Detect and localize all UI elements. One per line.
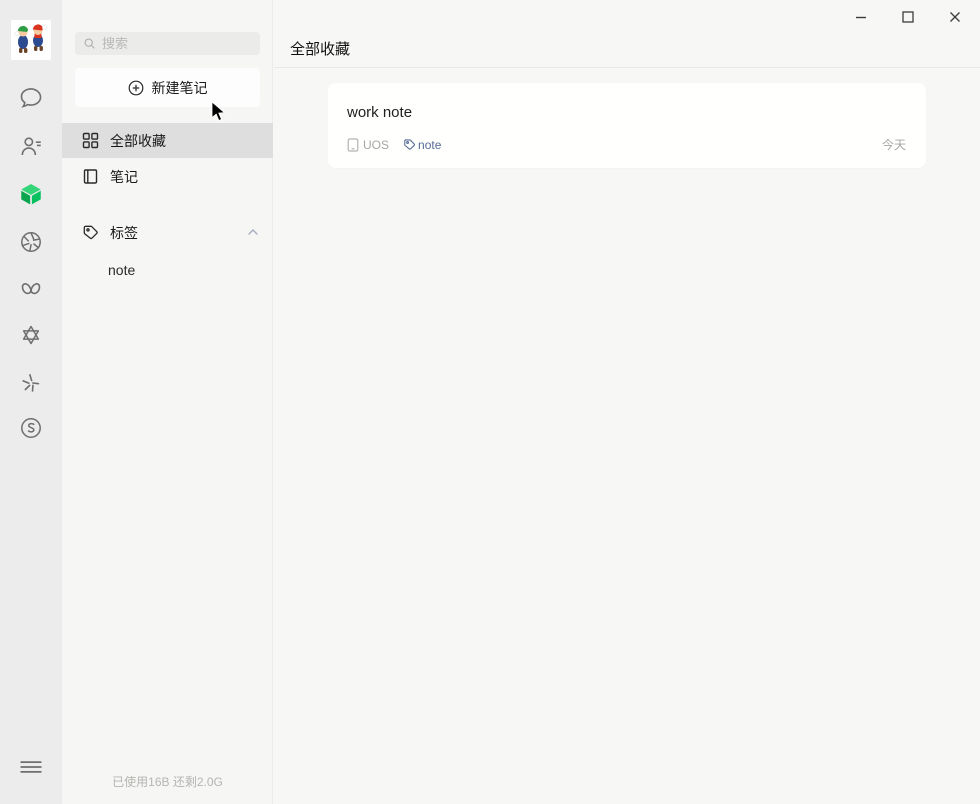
flower-icon[interactable] — [0, 322, 62, 348]
sidebar-item-all-favorites[interactable]: 全部收藏 — [62, 123, 273, 158]
channels-butterfly-icon[interactable] — [0, 276, 62, 302]
search-input[interactable] — [102, 36, 252, 51]
tags-section-label: 标签 — [110, 223, 138, 243]
grid-icon — [82, 132, 99, 149]
tag-label: note — [108, 262, 135, 278]
tag-icon — [403, 138, 416, 151]
main-header: 全部收藏 — [274, 0, 980, 68]
sidebar-section-tags[interactable]: 标签 — [62, 215, 273, 250]
music-circle-icon[interactable] — [0, 415, 62, 441]
contacts-icon[interactable] — [0, 133, 62, 159]
app-rail — [0, 0, 62, 804]
note-tag-label: note — [418, 138, 441, 152]
plus-circle-icon — [128, 80, 144, 96]
note-card[interactable]: work note UOS note 今天 — [328, 83, 926, 168]
chat-bubble-icon[interactable] — [0, 85, 62, 111]
sparkle-icon[interactable] — [0, 370, 62, 396]
note-tag[interactable]: note — [403, 138, 441, 152]
note-device-label: UOS — [363, 138, 389, 152]
search-box[interactable] — [75, 32, 260, 55]
new-note-label: 新建笔记 — [152, 78, 208, 98]
note-list: work note UOS note 今天 — [274, 68, 980, 168]
notes-sidebar: 新建笔记 全部收藏 笔记 标签 note 已使用16B 还剩2 — [62, 0, 273, 804]
note-title: work note — [347, 104, 906, 121]
search-icon — [83, 37, 96, 50]
chevron-up-icon[interactable] — [247, 225, 259, 241]
device-icon — [347, 138, 359, 152]
note-source: UOS — [347, 138, 389, 152]
sidebar-item-label: 全部收藏 — [110, 131, 166, 151]
note-meta: UOS note 今天 — [347, 136, 906, 153]
sidebar-item-notes[interactable]: 笔记 — [62, 159, 273, 194]
user-avatar[interactable] — [0, 20, 62, 60]
favorites-cube-icon[interactable] — [0, 181, 62, 207]
tag-icon — [82, 224, 99, 241]
page-title: 全部收藏 — [290, 38, 350, 59]
notebook-icon — [82, 168, 99, 185]
menu-icon[interactable] — [0, 754, 62, 780]
note-date: 今天 — [882, 136, 906, 153]
avatar-image — [11, 20, 51, 60]
sidebar-item-label: 笔记 — [110, 167, 138, 187]
new-note-button[interactable]: 新建笔记 — [75, 68, 260, 107]
storage-status: 已使用16B 还剩2.0G — [62, 773, 273, 790]
moments-aperture-icon[interactable] — [0, 229, 62, 255]
sidebar-tag-note[interactable]: note — [62, 254, 273, 286]
main-panel: 全部收藏 work note UOS note — [274, 0, 980, 804]
